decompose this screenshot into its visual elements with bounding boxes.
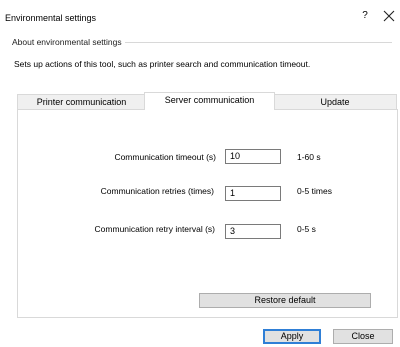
close-icon[interactable] <box>381 8 397 24</box>
communication-timeout-label: Communication timeout (s) <box>114 152 216 162</box>
tab-server-communication[interactable]: Server communication <box>144 92 275 110</box>
tab-printer-communication[interactable]: Printer communication <box>17 94 146 109</box>
about-legend: About environmental settings <box>12 37 125 47</box>
close-button[interactable]: Close <box>333 329 393 344</box>
apply-button[interactable]: Apply <box>263 329 321 344</box>
tab-strip: Printer communication Server communicati… <box>17 92 397 110</box>
help-button[interactable]: ? <box>358 9 372 23</box>
restore-default-button[interactable]: Restore default <box>199 293 371 308</box>
communication-retry-interval-label: Communication retry interval (s) <box>94 224 215 234</box>
communication-retries-label: Communication retries (times) <box>100 186 214 196</box>
tab-panel <box>17 109 398 318</box>
communication-retries-range: 0-5 times <box>297 186 332 196</box>
communication-retry-interval-input[interactable]: 3 <box>225 224 281 239</box>
window-title: Environmental settings <box>5 13 97 23</box>
tab-update[interactable]: Update <box>273 94 397 109</box>
communication-retry-interval-range: 0-5 s <box>297 224 316 234</box>
communication-retries-input[interactable]: 1 <box>225 186 281 201</box>
communication-timeout-range: 1-60 s <box>297 152 321 162</box>
communication-timeout-input[interactable]: 10 <box>225 149 281 164</box>
title-bar: Environmental settings ? <box>0 0 400 28</box>
about-description: Sets up actions of this tool, such as pr… <box>14 59 311 69</box>
